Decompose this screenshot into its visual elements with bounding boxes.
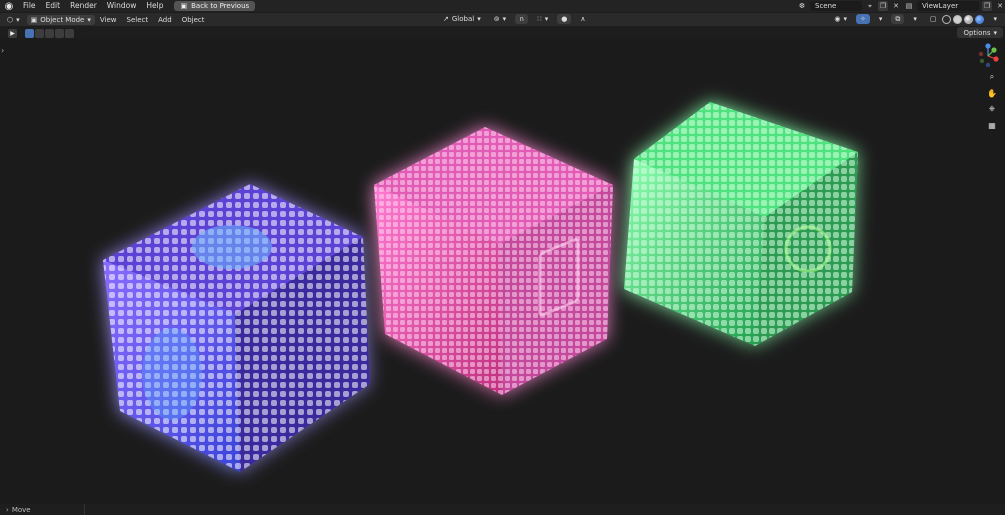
navigation-gizmo[interactable] bbox=[976, 43, 1000, 69]
scene-selector[interactable]: Scene bbox=[810, 1, 862, 11]
chevron-down-icon: ▾ bbox=[843, 15, 847, 23]
gizmo-options[interactable]: ▾ bbox=[875, 14, 887, 24]
view-layer-icon[interactable]: ▤ bbox=[904, 1, 914, 11]
tool-settings-row: ▶ Options ▾ bbox=[0, 27, 1005, 39]
view-layer-selector[interactable]: ViewLayer bbox=[917, 1, 979, 11]
wireframe-shading-icon[interactable] bbox=[942, 14, 952, 24]
mode-label: Object Mode bbox=[40, 15, 85, 24]
snap-toggle[interactable]: ∩ bbox=[515, 14, 529, 24]
scene-name: Scene bbox=[815, 2, 837, 10]
viewport-header: ⬡ ▾ ▣ Object Mode ▾ View Select Add Objec… bbox=[0, 13, 1005, 26]
delete-view-layer-icon[interactable]: ✕ bbox=[995, 1, 1005, 11]
pink-cube[interactable] bbox=[374, 127, 613, 395]
screen-icon: ▣ bbox=[180, 2, 188, 10]
menu-window[interactable]: Window bbox=[102, 0, 142, 12]
chevron-down-icon: ▾ bbox=[993, 28, 997, 37]
select-new-icon[interactable] bbox=[25, 28, 34, 38]
menu-edit[interactable]: Edit bbox=[41, 0, 66, 12]
overlay-options[interactable]: ▾ bbox=[909, 14, 921, 24]
shading-options[interactable]: ▾ bbox=[989, 14, 1001, 24]
pin-icon[interactable]: ⌖ bbox=[865, 1, 875, 11]
select-invert-icon[interactable] bbox=[55, 28, 64, 38]
gizmo-toggle[interactable]: ✧ bbox=[855, 14, 870, 24]
navigation-controls: ⌕ ✋ ⎈ ▦ bbox=[986, 71, 998, 131]
menu-view[interactable]: View bbox=[95, 16, 122, 24]
select-subtract-icon[interactable] bbox=[45, 28, 54, 38]
perspective-grid-icon[interactable]: ▦ bbox=[986, 119, 998, 131]
overlay-toggle[interactable]: ⧉ bbox=[891, 14, 905, 24]
magnet-icon: ∩ bbox=[519, 15, 525, 23]
menu-object[interactable]: Object bbox=[177, 16, 210, 24]
chevron-down-icon: ▾ bbox=[544, 15, 549, 23]
status-bar: › Move bbox=[0, 504, 1005, 515]
new-scene-icon[interactable]: ❐ bbox=[878, 1, 888, 11]
orientation-icon: ↗ bbox=[443, 15, 449, 23]
overlay-icon: ⧉ bbox=[895, 14, 901, 23]
view-layer-name: ViewLayer bbox=[922, 2, 959, 10]
menu-help[interactable]: Help bbox=[141, 0, 168, 12]
orientation-selector[interactable]: ↗ Global ▾ bbox=[439, 14, 485, 24]
snap-target-selector[interactable]: ∷ ▾ bbox=[533, 14, 552, 24]
transform-tools: ↗ Global ▾ ⊚ ▾ ∩ ∷ ▾ ● ∧ bbox=[436, 14, 589, 24]
xray-toggle[interactable]: ▢ bbox=[926, 14, 941, 24]
chevron-down-icon: ▾ bbox=[477, 15, 481, 23]
material-preview-shading-icon[interactable] bbox=[964, 14, 974, 24]
proportional-edit-icon: ● bbox=[561, 15, 568, 23]
back-to-previous-button[interactable]: ▣ Back to Previous bbox=[174, 1, 256, 11]
topbar-right: ❆ Scene ⌖ ❐ ✕ ▤ ViewLayer ❐ ✕ bbox=[797, 0, 1005, 12]
3d-viewport[interactable]: › ⌕ ✋ ⎈ ▦ bbox=[0, 39, 1005, 504]
last-operator-panel[interactable]: › Move bbox=[0, 506, 31, 514]
active-tool-icon[interactable]: ▶ bbox=[8, 28, 17, 38]
select-extend-icon[interactable] bbox=[35, 28, 44, 38]
falloff-icon: ∧ bbox=[580, 15, 586, 23]
eye-icon: ◉ bbox=[834, 15, 841, 23]
new-view-layer-icon[interactable]: ❐ bbox=[982, 1, 992, 11]
zoom-icon[interactable]: ⌕ bbox=[986, 71, 998, 83]
options-label: Options bbox=[963, 28, 991, 37]
scene-icon[interactable]: ❆ bbox=[797, 1, 807, 11]
object-mode-icon: ▣ bbox=[30, 15, 38, 24]
chevron-down-icon: ▾ bbox=[993, 15, 997, 23]
solid-shading-icon[interactable] bbox=[953, 14, 963, 24]
menu-render[interactable]: Render bbox=[65, 0, 102, 12]
chevron-down-icon: ▾ bbox=[878, 15, 883, 23]
chevron-right-icon: › bbox=[6, 505, 9, 514]
top-bar: ◉ File Edit Render Window Help ▣ Back to… bbox=[0, 0, 1005, 12]
proportional-edit-toggle[interactable]: ● bbox=[557, 14, 572, 24]
menu-select[interactable]: Select bbox=[122, 16, 154, 24]
green-cube[interactable] bbox=[624, 102, 858, 346]
chevron-down-icon: ▾ bbox=[16, 15, 20, 24]
back-to-previous-label: Back to Previous bbox=[191, 2, 250, 10]
pivot-icon: ⊚ bbox=[493, 15, 500, 23]
status-divider bbox=[84, 504, 85, 515]
orientation-label: Global bbox=[451, 15, 475, 23]
editor-type-button[interactable]: ⬡ ▾ bbox=[3, 15, 24, 25]
menu-file[interactable]: File bbox=[18, 0, 41, 12]
blender-logo-icon[interactable]: ◉ bbox=[0, 0, 18, 12]
snap-increment-icon: ∷ bbox=[537, 15, 542, 23]
purple-cube[interactable] bbox=[103, 184, 370, 472]
editor-type-icon: ⬡ bbox=[7, 15, 14, 24]
gizmo-icon: ✧ bbox=[859, 15, 866, 23]
rendered-shading-icon[interactable] bbox=[975, 14, 985, 24]
options-button[interactable]: Options ▾ bbox=[957, 27, 1003, 38]
select-intersect-icon[interactable] bbox=[65, 28, 74, 38]
pan-hand-icon[interactable]: ✋ bbox=[986, 87, 998, 99]
falloff-selector[interactable]: ∧ bbox=[576, 14, 589, 24]
delete-scene-icon[interactable]: ✕ bbox=[891, 1, 901, 11]
chevron-down-icon: ▾ bbox=[913, 15, 917, 23]
visibility-selector[interactable]: ◉ ▾ bbox=[830, 14, 851, 24]
mode-selector[interactable]: ▣ Object Mode ▾ bbox=[26, 14, 95, 25]
chevron-down-icon: ▾ bbox=[87, 15, 91, 24]
display-tools: ◉ ▾ ✧ ▾ ⧉ ▾ ▢ ▾ bbox=[827, 14, 1001, 24]
xray-icon: ▢ bbox=[929, 15, 937, 23]
camera-view-icon[interactable]: ⎈ bbox=[986, 103, 998, 115]
pivot-selector[interactable]: ⊚ ▾ bbox=[490, 14, 510, 24]
menu-add[interactable]: Add bbox=[153, 16, 177, 24]
last-operator-label: Move bbox=[11, 505, 31, 514]
chevron-down-icon: ▾ bbox=[502, 15, 507, 23]
scene-render bbox=[103, 102, 858, 472]
